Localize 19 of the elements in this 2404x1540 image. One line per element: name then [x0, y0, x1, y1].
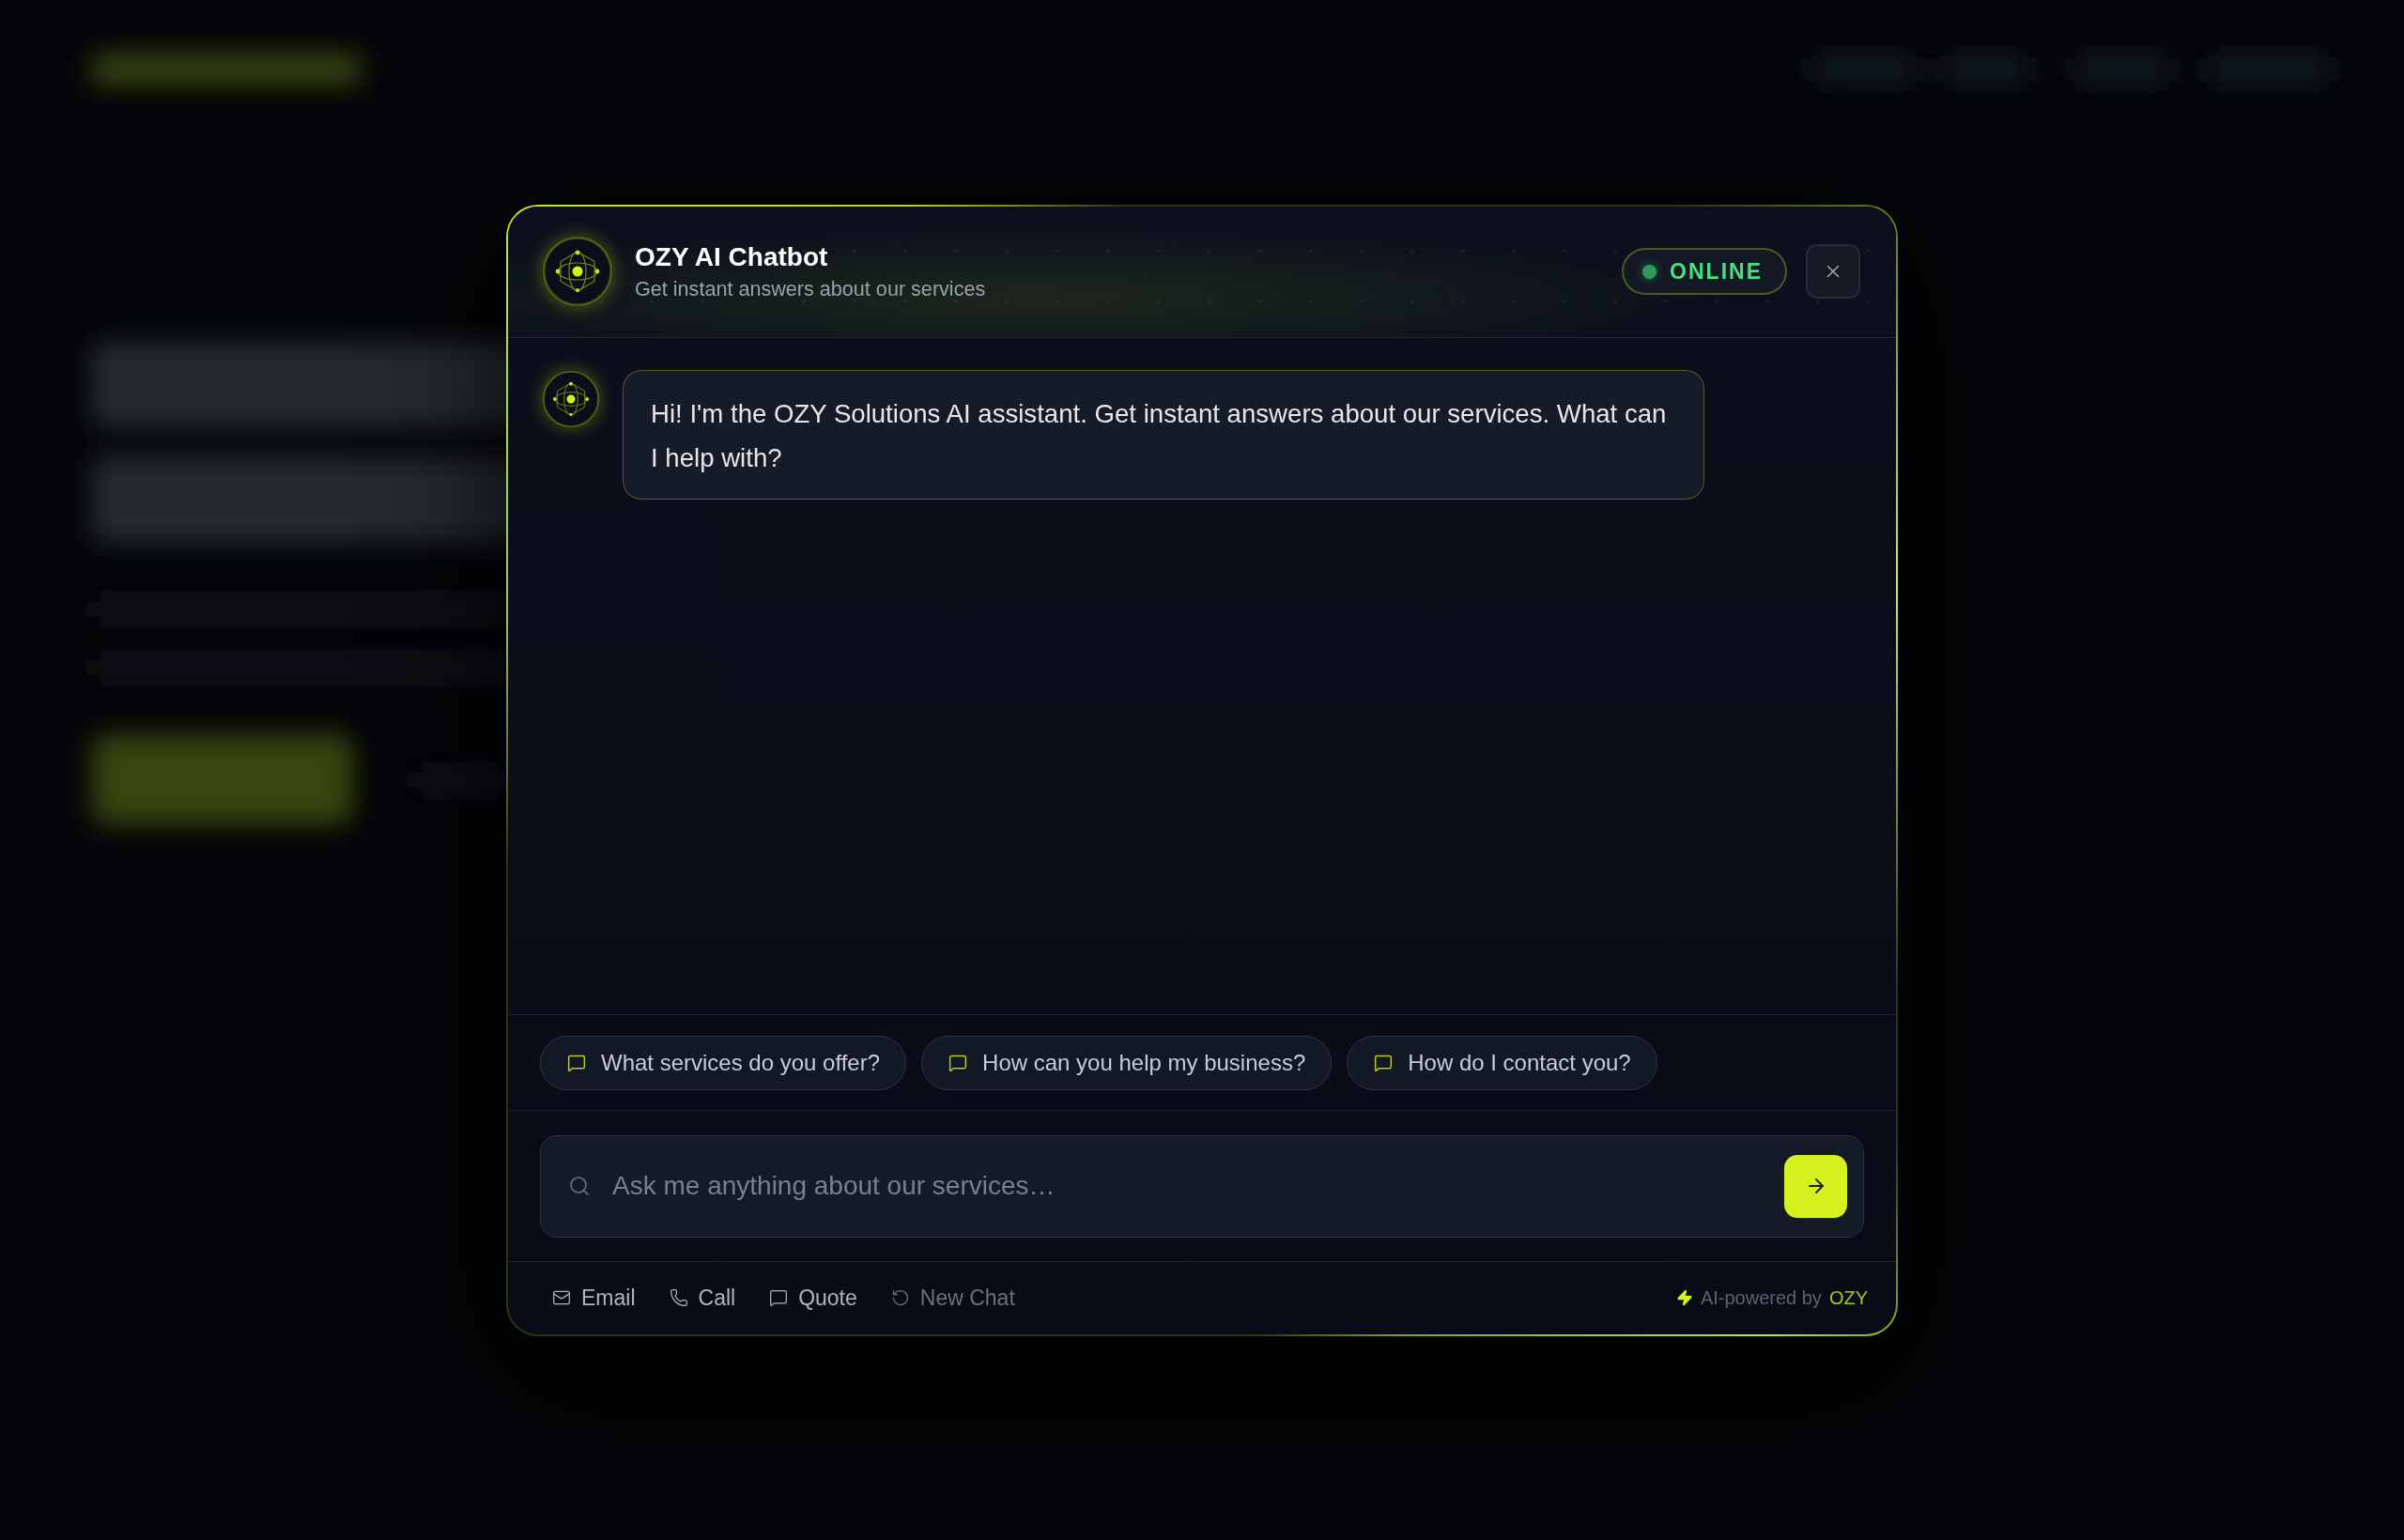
- footer-action-link[interactable]: Call: [669, 1285, 736, 1311]
- suggestion-chip[interactable]: How do I contact you?: [1347, 1035, 1657, 1090]
- footer-action-link[interactable]: Email: [552, 1285, 636, 1311]
- brand-link[interactable]: OZY: [1828, 1286, 1868, 1309]
- powered-by-label: AI-powered by: [1700, 1286, 1822, 1309]
- phone-icon: [669, 1288, 688, 1307]
- footer-action-link[interactable]: Quote: [769, 1285, 857, 1311]
- message-input-field[interactable]: Ask me anything about our services…: [540, 1134, 1864, 1238]
- envelope-icon: [552, 1288, 571, 1307]
- lightning-icon: [1675, 1289, 1693, 1306]
- suggestion-chip[interactable]: How can you help my business?: [921, 1035, 1333, 1090]
- reset-icon: [890, 1288, 910, 1307]
- send-button[interactable]: [1784, 1154, 1847, 1218]
- speech-bubble-icon: [769, 1288, 789, 1307]
- speech-bubble-icon: [948, 1053, 968, 1072]
- suggestion-chip[interactable]: What services do you offer?: [540, 1035, 907, 1090]
- speech-bubble-icon: [1374, 1053, 1394, 1072]
- speech-bubble-icon: [567, 1053, 586, 1072]
- search-icon: [568, 1174, 591, 1197]
